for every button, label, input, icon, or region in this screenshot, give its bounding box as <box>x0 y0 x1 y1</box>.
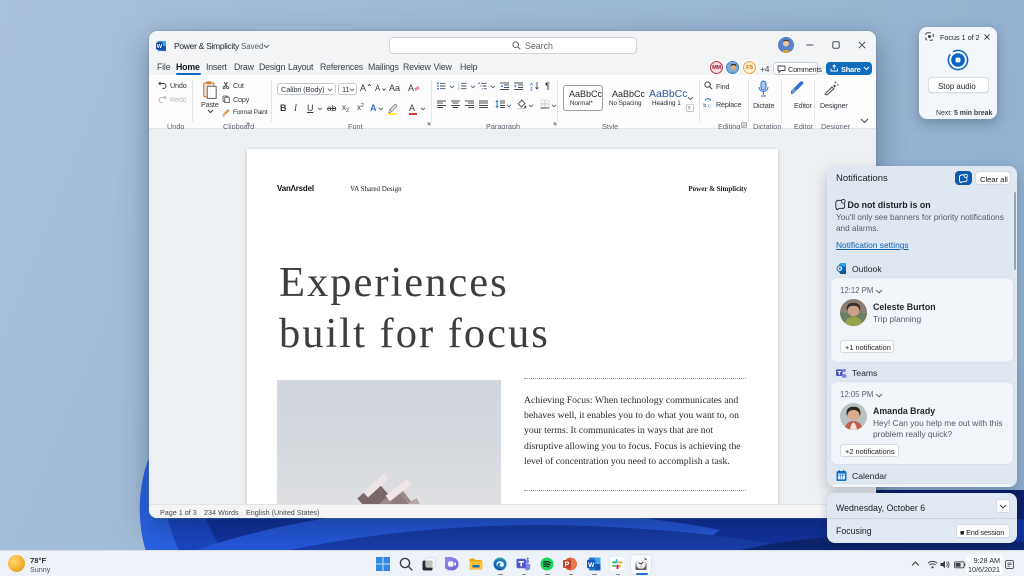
svg-text:A: A <box>375 84 381 92</box>
svg-text:W: W <box>588 562 595 569</box>
svg-text:P: P <box>565 562 570 569</box>
svg-text:W: W <box>157 44 163 50</box>
svg-text:A: A <box>408 83 414 92</box>
svg-text:Aa: Aa <box>389 83 400 92</box>
svg-text:A: A <box>360 83 366 92</box>
svg-text:b: b <box>703 103 706 108</box>
svg-text:Z: Z <box>530 87 533 91</box>
svg-text:c: c <box>708 104 711 108</box>
svg-text:3: 3 <box>458 87 460 90</box>
